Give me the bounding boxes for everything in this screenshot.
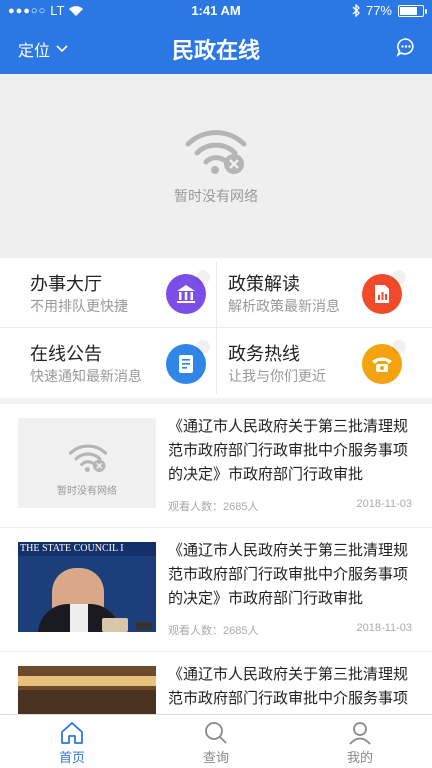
home-icon	[61, 722, 83, 744]
tab-search[interactable]: 查询	[144, 715, 288, 768]
service-title: 政务热线	[228, 344, 300, 365]
view-count: 观看人数：2685人	[168, 501, 259, 513]
tab-label: 首页	[58, 751, 85, 766]
news-headline: 《通辽市人民政府关于第三批清理规范市政府部门行政审批中介服务事项的决定》市政府部…	[168, 417, 409, 483]
view-count: 观看人数：2685人	[168, 625, 259, 637]
bluetooth-icon	[352, 4, 360, 17]
phone-icon	[362, 340, 406, 384]
news-headline: 《通辽市人民政府关于第三批清理规范市政府部门行政审批中介服务事项的决定》市政府部…	[168, 665, 409, 714]
tab-label: 查询	[202, 751, 229, 766]
notice-icon	[166, 340, 210, 384]
service-subtitle: 快速通知最新消息	[30, 369, 142, 385]
service-subtitle: 让我与你们更近	[228, 369, 326, 385]
chat-bubble-icon	[396, 38, 414, 58]
search-icon	[205, 722, 227, 744]
no-network-icon	[185, 130, 247, 174]
news-list: 暂时没有网络 《通辽市人民政府关于第三批清理规范市政府部门行政审批中介服务事项的…	[0, 404, 432, 714]
service-title: 办事大厅	[30, 274, 102, 295]
header: 定位 民政在线	[0, 22, 432, 74]
news-thumbnail-photo	[18, 666, 156, 714]
tab-profile[interactable]: 我的	[288, 715, 432, 768]
service-policy[interactable]: 政策解读 解析政策最新消息	[216, 258, 432, 328]
service-title: 在线公告	[30, 344, 102, 365]
no-network-icon	[68, 444, 108, 472]
news-date: 2018-11-03	[356, 498, 412, 510]
banner: 暂时没有网络	[0, 74, 432, 258]
news-date: 2018-11-03	[356, 622, 412, 634]
tab-bar: 首页 查询 我的	[0, 714, 432, 768]
tab-home[interactable]: 首页	[0, 715, 144, 768]
photo-banner-text: THE STATE COUNCIL I	[18, 542, 156, 556]
service-title: 政策解读	[228, 274, 300, 295]
thumbnail-caption: 暂时没有网络	[57, 486, 117, 497]
document-chart-icon	[362, 270, 406, 314]
list-item[interactable]: 《通辽市人民政府关于第三批清理规范市政府部门行政审批中介服务事项的决定》市政府部…	[0, 652, 432, 714]
news-thumbnail-photo: THE STATE COUNCIL I	[18, 542, 156, 632]
news-thumbnail-placeholder: 暂时没有网络	[18, 418, 156, 508]
battery-percent: 77%	[365, 3, 392, 18]
battery-group: 77%	[352, 3, 427, 18]
list-item[interactable]: THE STATE COUNCIL I 《通辽市人民政府关于第三批清理规范市政府…	[0, 528, 432, 652]
tab-label: 我的	[346, 751, 373, 766]
user-icon	[349, 722, 371, 745]
service-subtitle: 不用排队更快捷	[30, 299, 128, 315]
page-title: 民政在线	[171, 39, 260, 64]
service-subtitle: 解析政策最新消息	[228, 299, 340, 315]
message-button[interactable]	[396, 37, 416, 61]
list-item[interactable]: 暂时没有网络 《通辽市人民政府关于第三批清理规范市政府部门行政审批中介服务事项的…	[0, 404, 432, 528]
no-network-text: 暂时没有网络	[174, 189, 258, 205]
service-office-hall[interactable]: 办事大厅 不用排队更快捷	[0, 258, 216, 328]
service-notice[interactable]: 在线公告 快速通知最新消息	[0, 328, 216, 398]
status-bar: ●●●○○ LT 1:41 AM 77%	[0, 0, 432, 22]
grid-divider-vertical	[216, 262, 217, 394]
bank-icon	[166, 270, 210, 314]
news-meta: 观看人数：2685人 2018-11-03	[168, 498, 412, 514]
battery-icon	[398, 4, 427, 17]
service-hotline[interactable]: 政务热线 让我与你们更近	[216, 328, 432, 398]
news-meta: 观看人数：2685人 2018-11-03	[168, 622, 412, 638]
news-headline: 《通辽市人民政府关于第三批清理规范市政府部门行政审批中介服务事项的决定》市政府部…	[168, 541, 409, 607]
